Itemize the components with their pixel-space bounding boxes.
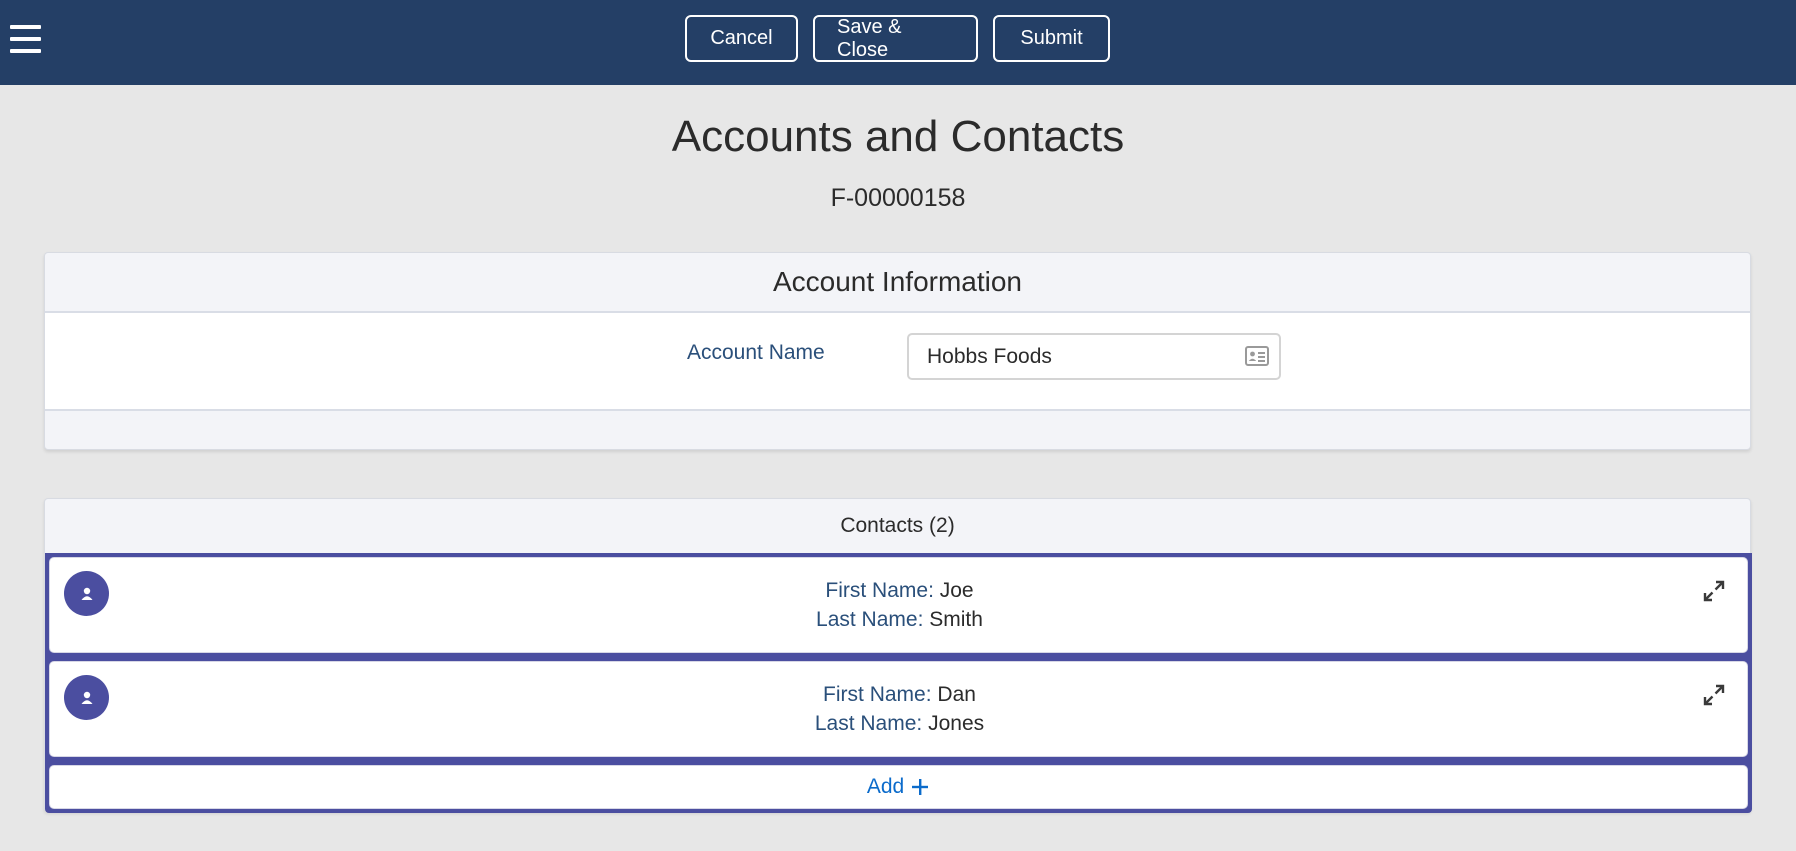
add-contact-button[interactable]: Add	[49, 765, 1748, 809]
first-name-line: First Name: Joe	[50, 576, 1749, 605]
record-id: F-00000158	[830, 184, 966, 212]
last-name-value: Jones	[928, 712, 985, 735]
last-name-label: Last Name:	[814, 712, 923, 735]
first-name-line: First Name: Dan	[50, 680, 1749, 709]
save-and-close-button[interactable]: Save & Close	[813, 15, 978, 62]
last-name-line: Last Name: Jones	[50, 709, 1749, 738]
first-name-value: Joe	[939, 579, 974, 602]
contacts-list: First Name: Joe Last Name: Smith First N…	[45, 553, 1752, 813]
last-name-value: Smith	[929, 608, 983, 631]
contact-fields: First Name: Joe Last Name: Smith	[50, 576, 1749, 634]
add-label: Add	[866, 775, 905, 798]
contact-fields: First Name: Dan Last Name: Jones	[50, 680, 1749, 738]
contacts-card: Contacts (2) First Name: Joe Last Name: …	[44, 498, 1752, 813]
contact-card-icon[interactable]	[1245, 346, 1269, 366]
contacts-heading: Contacts (2)	[840, 514, 955, 537]
top-toolbar: Cancel Save & Close Submit	[0, 0, 1796, 85]
submit-button[interactable]: Submit	[993, 15, 1110, 62]
account-information-card: Account Information Account Name Hobbs F…	[44, 252, 1751, 450]
page-title: Accounts and Contacts	[671, 112, 1125, 161]
account-information-body: Account Name Hobbs Foods	[45, 313, 1750, 411]
account-information-heading: Account Information	[45, 253, 1750, 313]
cancel-button[interactable]: Cancel	[685, 15, 798, 62]
first-name-value: Dan	[937, 683, 976, 706]
first-name-label: First Name:	[825, 579, 934, 602]
account-name-value: Hobbs Foods	[927, 344, 1052, 368]
last-name-line: Last Name: Smith	[50, 605, 1749, 634]
plus-icon	[912, 779, 929, 795]
account-name-lookup-field[interactable]: Hobbs Foods	[907, 333, 1281, 380]
contact-row[interactable]: First Name: Joe Last Name: Smith	[49, 557, 1748, 653]
contact-row[interactable]: First Name: Dan Last Name: Jones	[49, 661, 1748, 757]
last-name-label: Last Name:	[816, 608, 924, 631]
expand-icon[interactable]	[1703, 684, 1725, 706]
account-name-label: Account Name	[687, 341, 825, 364]
hamburger-menu-icon[interactable]	[10, 25, 41, 53]
toolbar-actions: Cancel Save & Close Submit	[685, 15, 1110, 62]
expand-icon[interactable]	[1703, 580, 1725, 602]
first-name-label: First Name:	[823, 683, 932, 706]
